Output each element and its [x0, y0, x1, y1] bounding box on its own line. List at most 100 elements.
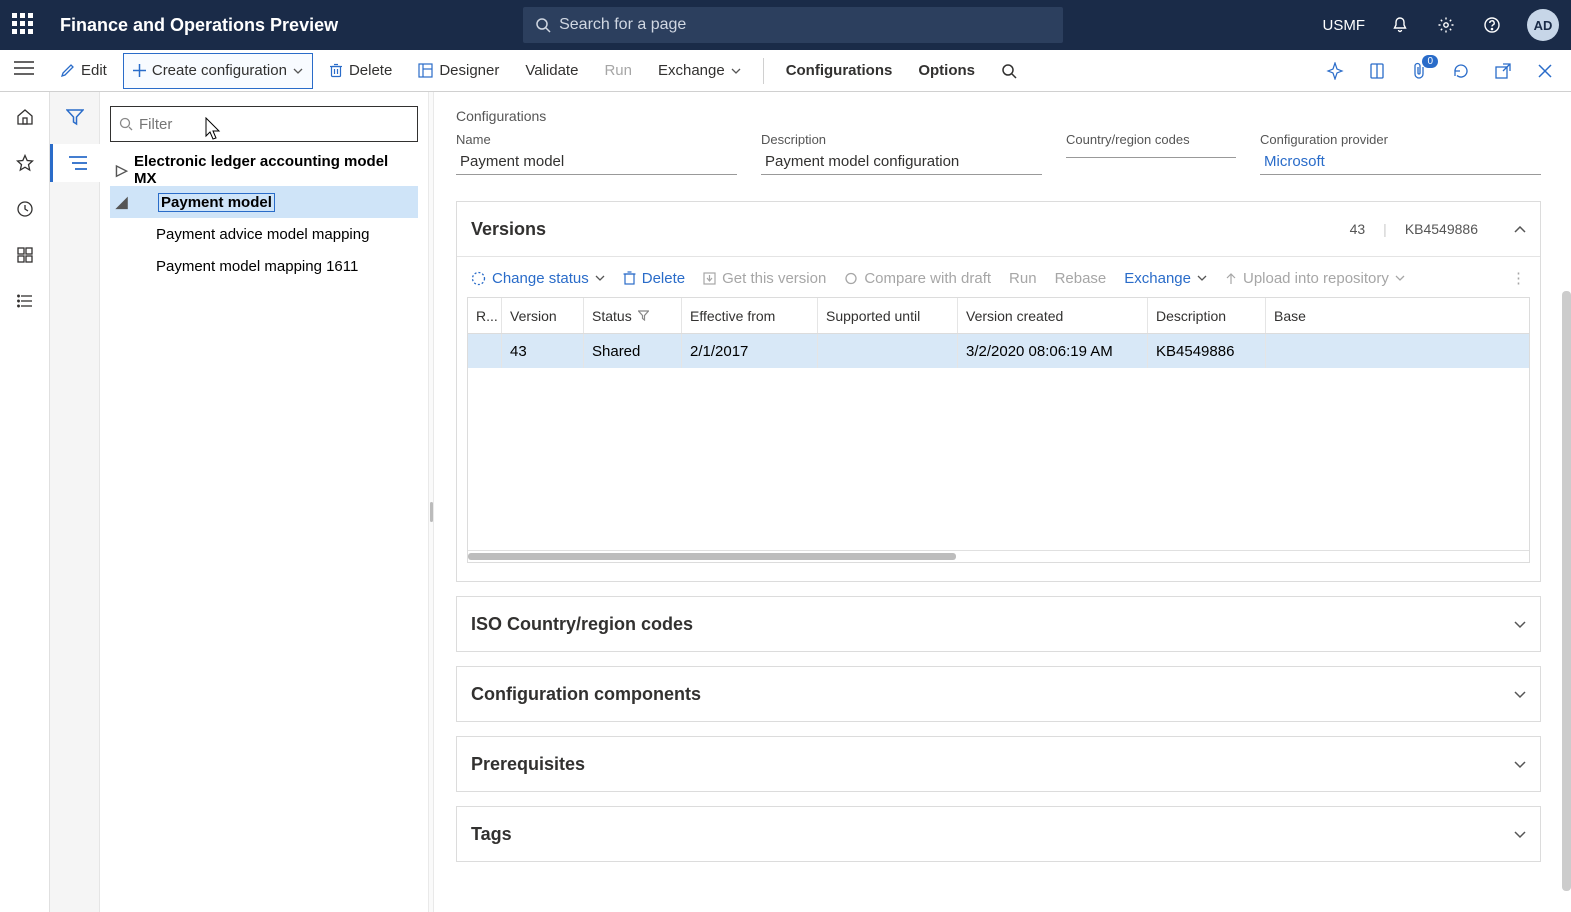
tags-header[interactable]: Tags	[457, 807, 1540, 861]
name-value[interactable]: Payment model	[456, 149, 737, 175]
attachments-icon[interactable]: 0	[1407, 60, 1431, 82]
cell-supported	[818, 334, 958, 368]
col-created[interactable]: Version created	[958, 298, 1148, 333]
tree-node-label: Payment advice model mapping	[156, 226, 369, 243]
list-icon[interactable]	[14, 290, 36, 312]
tree-filter[interactable]	[110, 106, 418, 142]
grid-row[interactable]: 43 Shared 2/1/2017 3/2/2020 08:06:19 AM …	[468, 334, 1529, 368]
compare-label: Compare with draft	[864, 270, 991, 287]
user-avatar[interactable]: AD	[1527, 9, 1559, 41]
cell-version: 43	[502, 334, 584, 368]
tree-node-label: Electronic ledger accounting model MX	[134, 153, 412, 187]
tree-filter-input[interactable]	[139, 116, 409, 133]
chevron-down-icon	[1197, 275, 1207, 281]
star-icon[interactable]	[14, 152, 36, 174]
delete-button[interactable]: Delete	[319, 53, 402, 89]
status-icon	[471, 271, 486, 286]
separator	[763, 58, 764, 84]
trash-icon	[623, 271, 636, 285]
designer-button[interactable]: Designer	[408, 53, 509, 89]
version-delete-button[interactable]: Delete	[623, 270, 685, 287]
exchange-button[interactable]: Exchange	[648, 53, 751, 89]
pin-icon[interactable]	[1323, 60, 1347, 82]
run-label: Run	[604, 62, 632, 79]
edit-button[interactable]: Edit	[50, 53, 117, 89]
options-tab[interactable]: Options	[908, 53, 985, 89]
grid-horizontal-scrollbar[interactable]	[468, 550, 1529, 562]
hamburger-icon[interactable]	[14, 61, 36, 80]
chevron-down-icon	[595, 275, 605, 281]
col-status[interactable]: Status	[584, 298, 682, 333]
exchange-label: Exchange	[658, 62, 725, 79]
col-r[interactable]: R...	[468, 298, 502, 333]
search-action[interactable]	[991, 53, 1027, 89]
cell-base	[1266, 334, 1529, 368]
help-icon[interactable]	[1481, 14, 1503, 36]
filter-icon[interactable]	[62, 104, 88, 130]
tree-node-payment-model[interactable]: ◢ Payment model	[110, 186, 418, 218]
iso-header[interactable]: ISO Country/region codes	[457, 597, 1540, 651]
refresh-icon[interactable]	[1449, 60, 1473, 82]
pencil-icon	[60, 63, 75, 78]
col-effective[interactable]: Effective from	[682, 298, 818, 333]
search-placeholder: Search for a page	[559, 16, 686, 34]
options-label: Options	[918, 62, 975, 79]
compare-button: Compare with draft	[844, 270, 991, 287]
global-search[interactable]: Search for a page	[523, 7, 1063, 43]
col-base[interactable]: Base	[1266, 298, 1529, 333]
bell-icon[interactable]	[1389, 14, 1411, 36]
more-button[interactable]: ⋮	[1511, 269, 1526, 287]
versions-header[interactable]: Versions 43 | KB4549886	[457, 202, 1540, 256]
tags-title: Tags	[471, 824, 512, 845]
tree-node-electronic-ledger[interactable]: ▷ Electronic ledger accounting model MX	[110, 154, 418, 186]
designer-icon	[418, 63, 433, 78]
tags-card: Tags	[456, 806, 1541, 862]
provider-value[interactable]: Microsoft	[1260, 149, 1541, 175]
home-icon[interactable]	[14, 106, 36, 128]
prereqs-header[interactable]: Prerequisites	[457, 737, 1540, 791]
page-icon[interactable]	[1365, 60, 1389, 82]
filter-icon	[638, 310, 649, 321]
tree-icon[interactable]	[50, 144, 100, 182]
search-icon	[535, 17, 551, 33]
validate-button[interactable]: Validate	[515, 53, 588, 89]
col-description[interactable]: Description	[1148, 298, 1266, 333]
main: ▷ Electronic ledger accounting model MX …	[0, 92, 1571, 912]
app-launcher-icon[interactable]	[12, 13, 36, 37]
cell-effective: 2/1/2017	[682, 334, 818, 368]
popout-icon[interactable]	[1491, 60, 1515, 82]
gear-icon[interactable]	[1435, 14, 1457, 36]
chevron-down-icon	[293, 68, 303, 74]
trash-icon	[329, 63, 343, 78]
version-exchange-button[interactable]: Exchange	[1124, 270, 1207, 287]
versions-commands: Change status Delete Get this version Co…	[467, 269, 1530, 297]
cc-value[interactable]	[1066, 149, 1236, 158]
designer-label: Designer	[439, 62, 499, 79]
compare-icon	[844, 272, 858, 285]
tree-node-advice-mapping[interactable]: Payment advice model mapping	[110, 218, 418, 250]
plus-icon	[133, 64, 146, 77]
vertical-scrollbar[interactable]	[1562, 291, 1571, 891]
tree-panel: ▷ Electronic ledger accounting model MX …	[100, 92, 428, 912]
chevron-down-icon	[1514, 686, 1526, 702]
get-version-label: Get this version	[722, 270, 826, 287]
workspace-icon[interactable]	[14, 244, 36, 266]
titlebar-right: USMF AD	[1323, 9, 1560, 41]
col-version[interactable]: Version	[502, 298, 584, 333]
legal-entity[interactable]: USMF	[1323, 17, 1366, 34]
tree-node-mapping-1611[interactable]: Payment model mapping 1611	[110, 250, 418, 282]
close-icon[interactable]	[1533, 60, 1557, 82]
fields-row: Name Payment model Description Payment m…	[456, 132, 1541, 175]
configurations-label: Configurations	[786, 62, 893, 79]
configurations-tab[interactable]: Configurations	[776, 53, 903, 89]
create-configuration-button[interactable]: Create configuration	[123, 53, 313, 89]
upload-button: Upload into repository	[1225, 270, 1405, 287]
col-supported[interactable]: Supported until	[818, 298, 958, 333]
change-status-button[interactable]: Change status	[471, 270, 605, 287]
grid-header: R... Version Status Effective from Suppo…	[468, 298, 1529, 334]
change-status-label: Change status	[492, 270, 589, 287]
chevron-down-icon	[1514, 826, 1526, 842]
clock-icon[interactable]	[14, 198, 36, 220]
components-header[interactable]: Configuration components	[457, 667, 1540, 721]
desc-value[interactable]: Payment model configuration	[761, 149, 1042, 175]
